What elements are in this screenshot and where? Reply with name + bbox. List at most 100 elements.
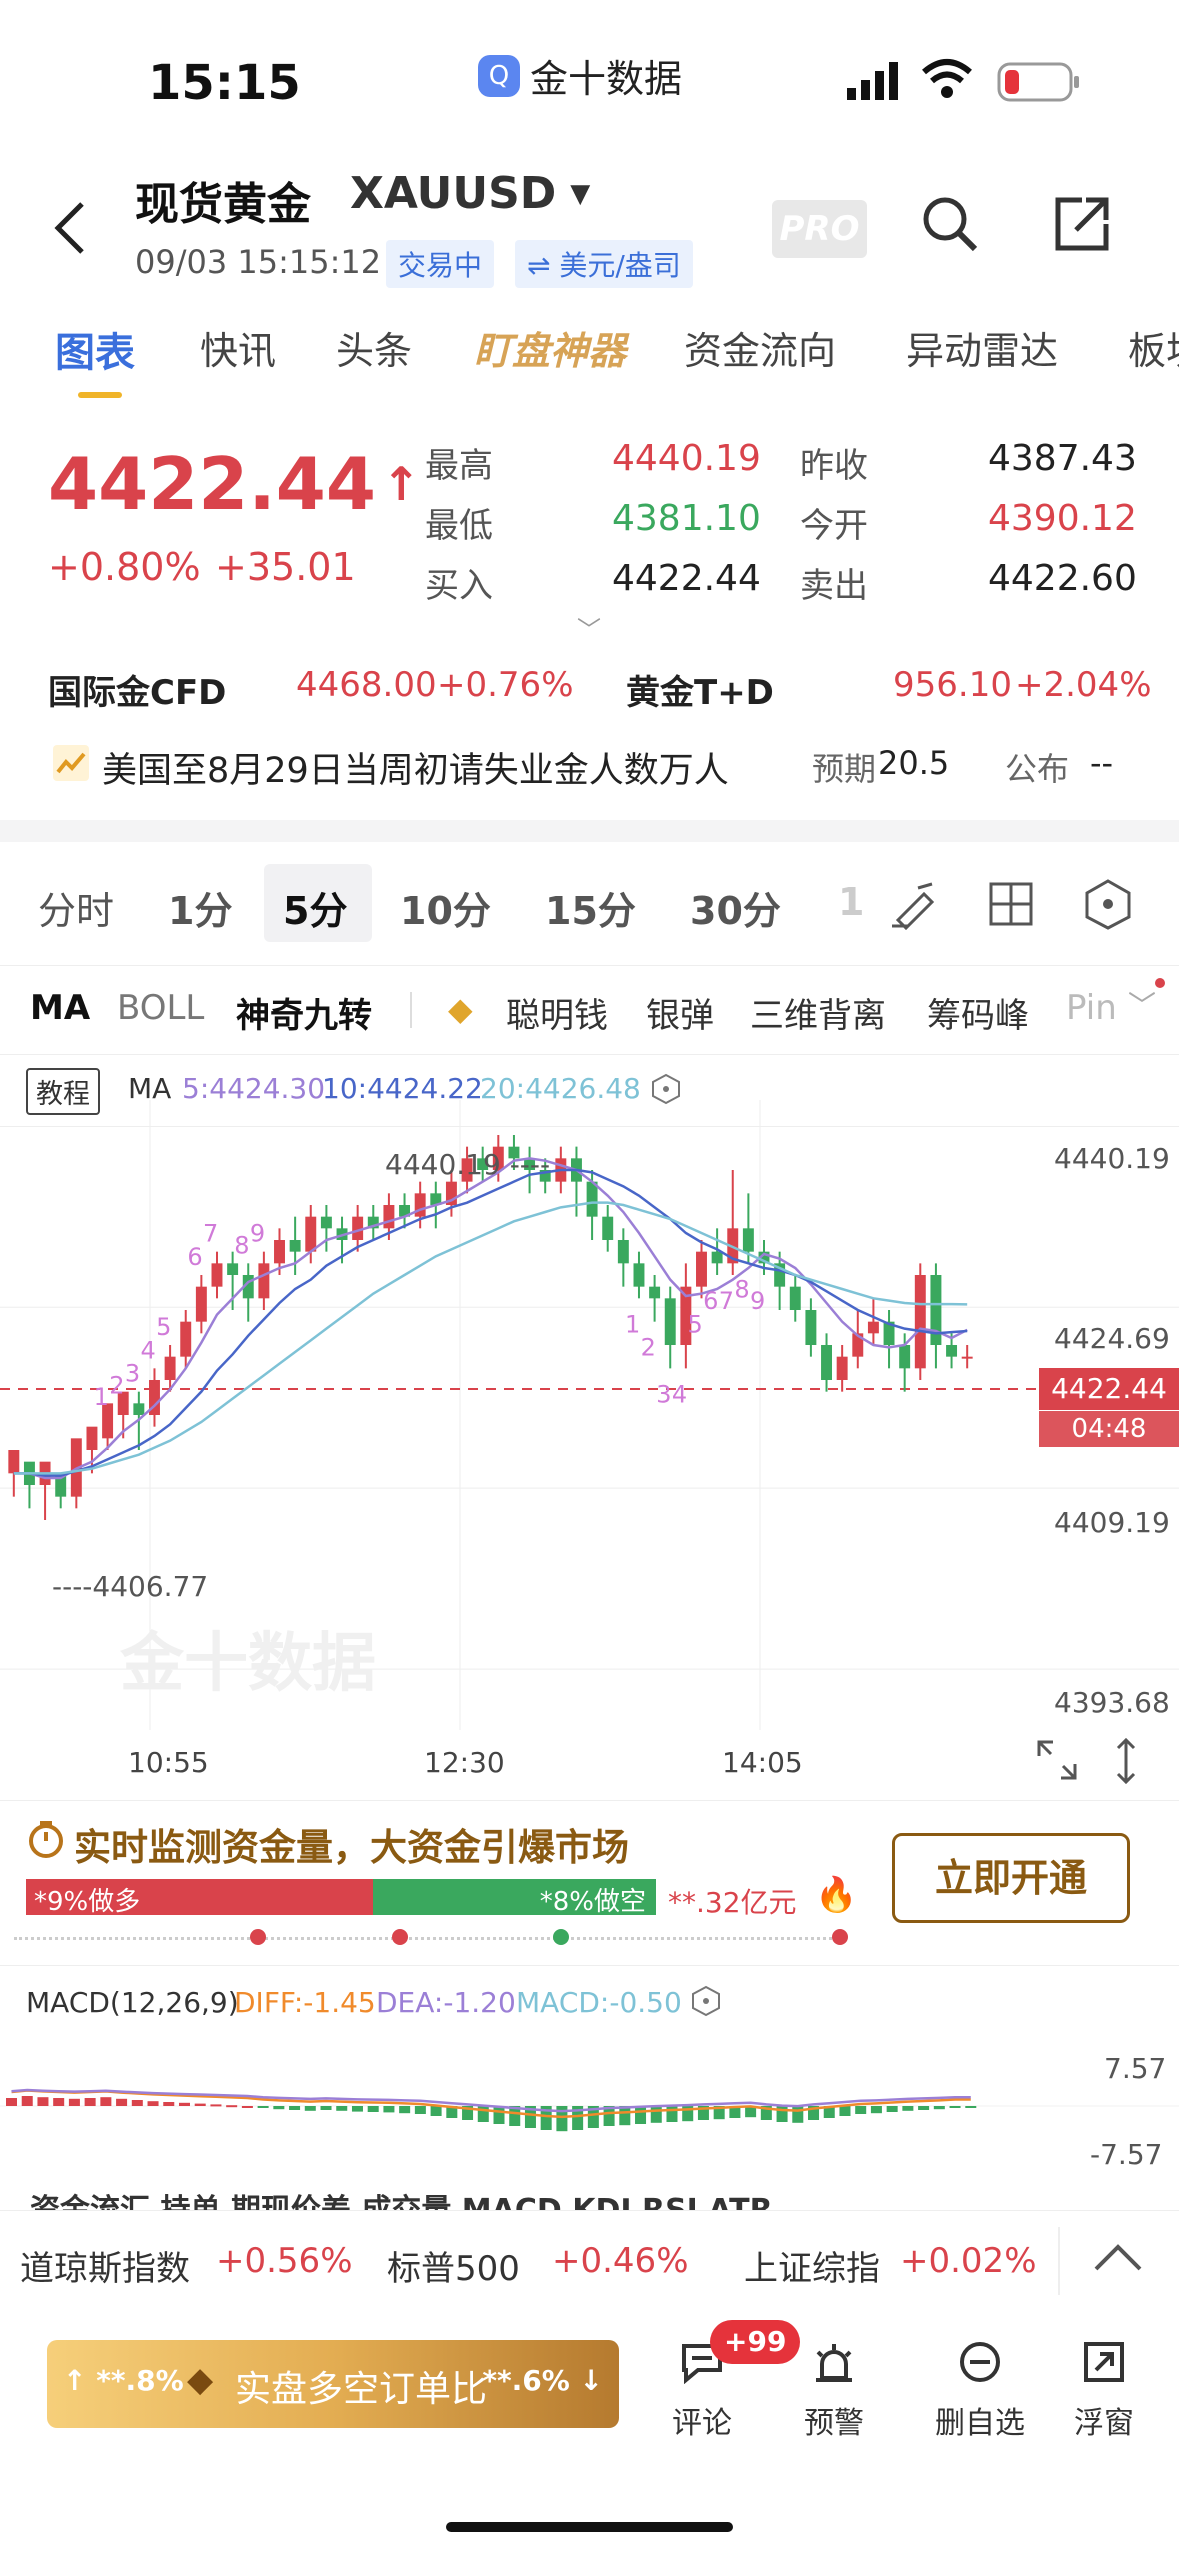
td-label: 7	[203, 1220, 218, 1248]
alarm-icon	[816, 2344, 852, 2382]
td-label: 8	[734, 1275, 749, 1303]
related-pct-td: +2.04%	[1015, 665, 1152, 705]
ind-ma[interactable]: MA	[30, 988, 90, 1028]
index-name-dji[interactable]: 道琼斯指数	[20, 2241, 190, 2290]
settings-hex-icon[interactable]	[1083, 878, 1133, 934]
layout-grid-icon[interactable]	[987, 880, 1035, 932]
candle-body	[289, 1240, 301, 1252]
signal-icon	[845, 60, 901, 104]
currency-toggle[interactable]: ⇌ 美元/盎司	[515, 240, 693, 288]
candle-body	[789, 1286, 801, 1310]
period-5m[interactable]: 5分	[283, 880, 347, 935]
macd-bar	[855, 2106, 867, 2114]
chevron-up-icon[interactable]	[1092, 2237, 1144, 2281]
fund-amount: **.32亿元	[668, 1886, 797, 1919]
tab-headlines[interactable]: 头条	[336, 320, 412, 375]
expand-chevron-icon[interactable]: ﹀	[577, 610, 601, 645]
macd-bar	[304, 2106, 316, 2111]
symbol-label: XAUUSD	[350, 168, 557, 219]
search-icon[interactable]	[920, 194, 980, 258]
fullscreen-icon[interactable]	[1035, 1738, 1079, 1786]
td-label: 9	[250, 1220, 265, 1248]
period-time-share[interactable]: 分时	[38, 880, 114, 935]
tab-sector[interactable]: 板块	[1128, 320, 1179, 375]
index-pct-spx: +0.46%	[552, 2241, 689, 2281]
period-15m[interactable]: 15分	[545, 880, 636, 935]
macd-bar	[210, 2104, 222, 2107]
related-name-cfd[interactable]: 国际金CFD	[48, 665, 226, 714]
ind-pin[interactable]: Pin	[1066, 988, 1117, 1028]
chart-trend-icon	[52, 744, 90, 786]
pro-button[interactable]: PRO	[772, 200, 867, 258]
macd-y-bottom: -7.57	[1090, 2138, 1163, 2171]
stat-label-low: 最低	[425, 506, 493, 546]
macd-bar	[194, 2103, 206, 2106]
tab-chart[interactable]: 图表	[55, 320, 135, 378]
macd-bar	[839, 2106, 851, 2116]
chevron-down-icon: ▼	[570, 178, 591, 209]
period-10m[interactable]: 10分	[400, 880, 491, 935]
chevron-down-icon[interactable]: ﹀	[1128, 984, 1156, 1024]
ratio-bar: *9%做多 *8%做空	[26, 1879, 656, 1917]
macd-bar	[163, 2102, 175, 2106]
stat-value-prev-close: 4387.43	[988, 438, 1137, 479]
news-ticker[interactable]: 美国至8月29日当周初请失业金人数万人 预期 20.5 公布 --	[0, 730, 1179, 800]
float-window-button[interactable]: 浮窗	[1044, 2340, 1164, 2442]
candle-body	[133, 1403, 145, 1415]
candle-body	[664, 1298, 676, 1345]
symbol-dropdown[interactable]: XAUUSD ▼	[350, 168, 590, 219]
draw-tool-icon[interactable]	[888, 878, 940, 934]
related-name-td[interactable]: 黄金T+D	[626, 665, 774, 714]
y-tick-2: 4409.19	[1054, 1506, 1170, 1539]
candle-body	[320, 1216, 332, 1229]
ind-silver-bullet[interactable]: 银弹	[646, 988, 714, 1037]
candle-body	[274, 1240, 285, 1264]
trade-status-badge: 交易中	[386, 240, 495, 288]
app-banner[interactable]: Q 金十数据	[478, 48, 682, 103]
change-value: +35.01	[215, 545, 356, 589]
tab-fund-flow[interactable]: 资金流向	[684, 320, 836, 375]
candle-body	[899, 1345, 911, 1369]
x-tick-1: 12:30	[424, 1746, 505, 1779]
current-price-tag: 4422.44	[1039, 1368, 1179, 1410]
long-short-ratio-button[interactable]: ↑ **.8% ◆ 实盘多空订单比 **.6% ↓	[47, 2340, 619, 2428]
expected-label: 预期	[812, 750, 877, 788]
tab-flash[interactable]: 快讯	[200, 320, 276, 375]
index-name-spx[interactable]: 标普500	[387, 2241, 520, 2290]
index-name-sse[interactable]: 上证综指	[744, 2241, 880, 2290]
macd-bar	[273, 2106, 285, 2110]
candle-body	[696, 1251, 707, 1287]
home-indicator	[446, 2522, 733, 2532]
macd-bar	[430, 2106, 442, 2116]
ind-boll[interactable]: BOLL	[117, 988, 204, 1028]
period-more[interactable]: 1	[838, 880, 864, 924]
published-value: --	[1090, 744, 1114, 782]
ind-smart-money[interactable]: 聪明钱	[506, 988, 608, 1037]
macd-bar	[902, 2106, 914, 2111]
period-30m[interactable]: 30分	[690, 880, 781, 935]
candlestick-chart[interactable]: 教程 MA 5:4424.30 10:4424.22 20:4426.48 金十…	[0, 1060, 1179, 1800]
alert-label: 预警	[804, 2406, 864, 2441]
stat-label-high: 最高	[425, 446, 493, 486]
share-icon[interactable]	[1052, 194, 1112, 258]
ind-nine-turn[interactable]: 神奇九转	[236, 988, 372, 1037]
macd-bar	[666, 2106, 678, 2122]
tab-radar[interactable]: 异动雷达	[906, 320, 1058, 375]
ind-divergence[interactable]: 三维背离	[750, 988, 886, 1037]
period-1m[interactable]: 1分	[168, 880, 232, 935]
ind-chip-peak[interactable]: 筹码峰	[927, 988, 1029, 1037]
candle-body	[742, 1228, 754, 1252]
change-pct: +0.80%	[48, 545, 201, 589]
wifi-icon	[920, 58, 974, 104]
back-icon[interactable]	[50, 198, 90, 262]
y-tick-3: 4393.68	[1054, 1686, 1170, 1719]
remove-watchlist-button[interactable]: 删自选	[910, 2340, 1050, 2442]
tab-monitor[interactable]: 盯盘神器	[474, 320, 626, 375]
header: 现货黄金 XAUUSD ▼ 09/03 15:15:12 交易中 ⇌ 美元/盎司…	[0, 150, 1179, 310]
activate-button[interactable]: 立即开通	[892, 1833, 1130, 1923]
vertical-scale-icon[interactable]	[1110, 1736, 1142, 1790]
td-label: 4	[672, 1380, 687, 1408]
alert-button[interactable]: 预警	[774, 2340, 894, 2442]
app-name: 金十数据	[530, 57, 683, 101]
stat-value-bid: 4422.44	[612, 558, 761, 599]
